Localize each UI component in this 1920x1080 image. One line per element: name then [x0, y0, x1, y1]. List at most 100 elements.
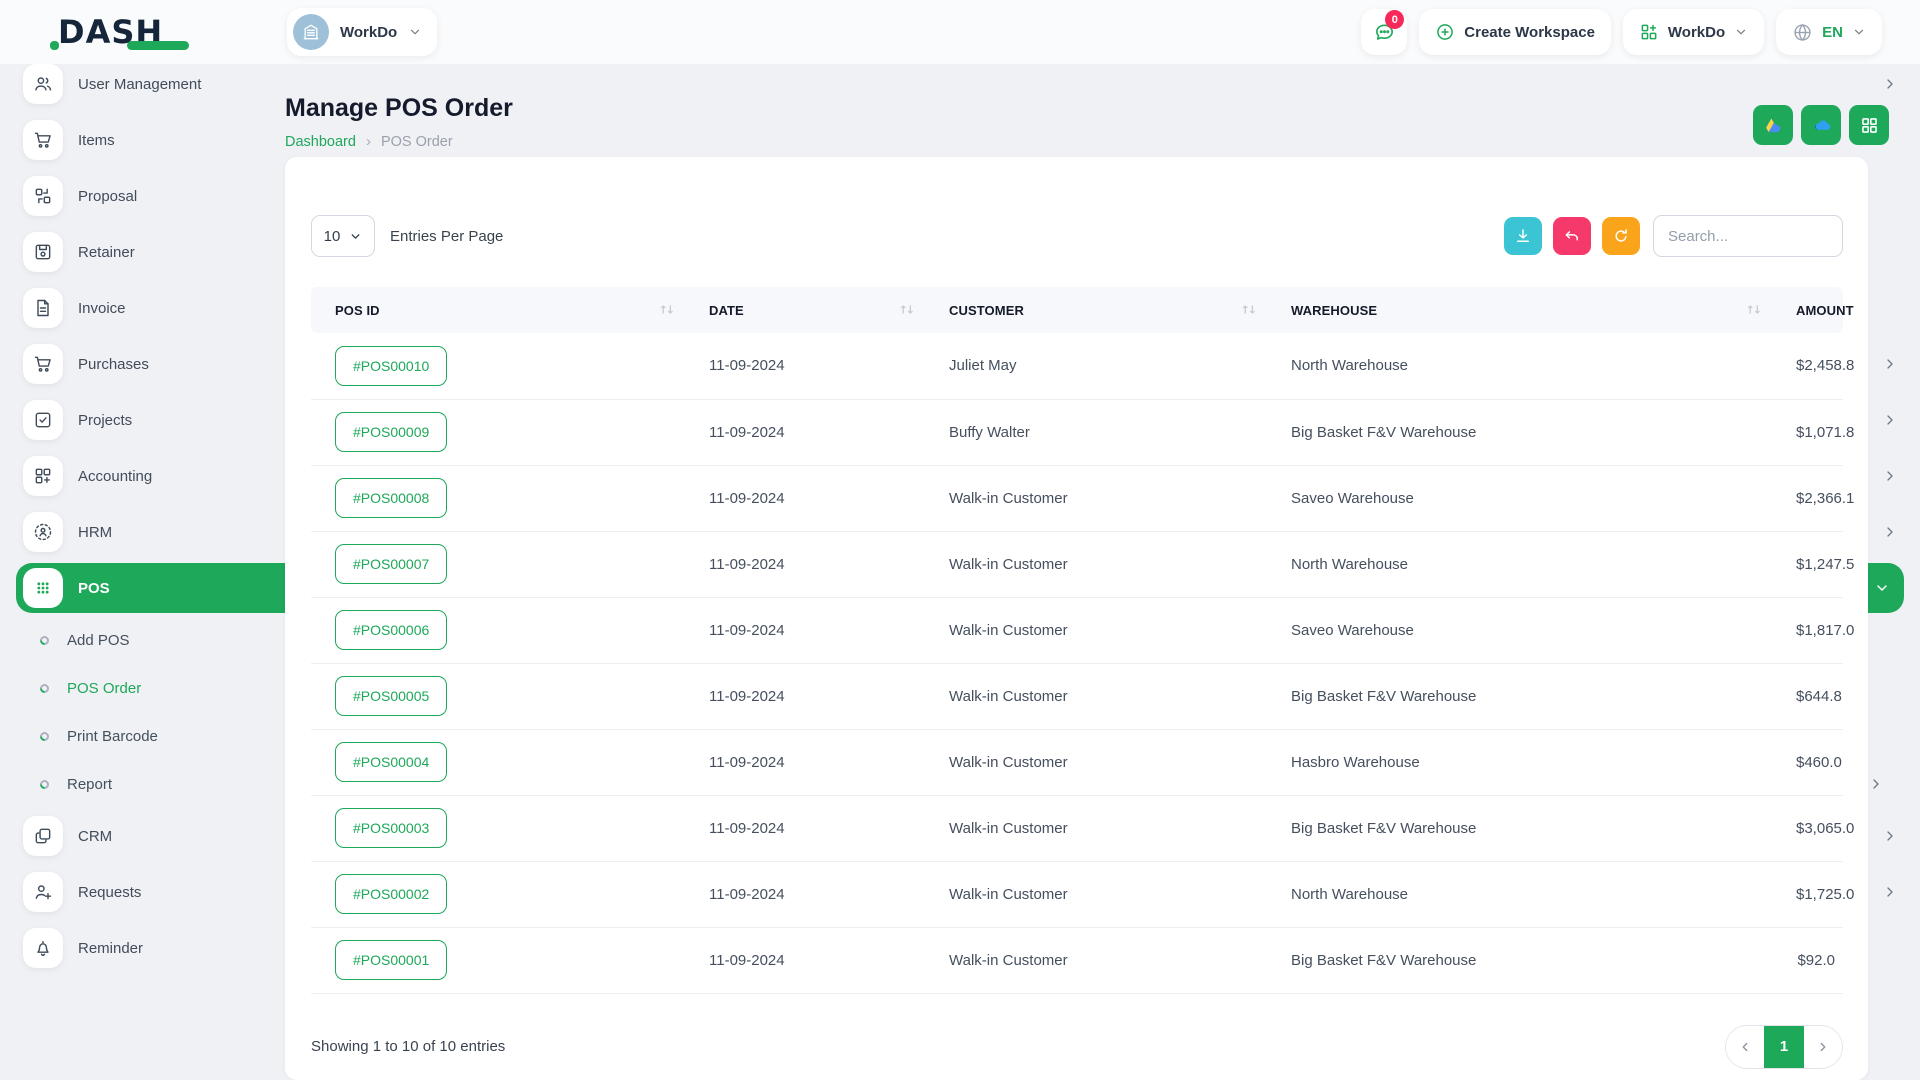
pos-id-button[interactable]: #POS00006 — [335, 610, 447, 650]
plus-circle-icon — [1435, 22, 1455, 42]
users-icon — [23, 64, 63, 104]
pos-id-button[interactable]: #POS00010 — [335, 346, 447, 386]
globe-icon — [1792, 22, 1813, 43]
breadcrumb-dashboard-link[interactable]: Dashboard — [285, 134, 356, 150]
google-drive-button[interactable] — [1753, 105, 1793, 145]
logo-bar — [127, 41, 189, 50]
cell-amount: $2,458.8 — [1772, 333, 1843, 399]
page-header: Manage POS Order Dashboard › POS Order — [260, 64, 1920, 150]
header-action-buttons — [1753, 105, 1889, 145]
pos-id-button[interactable]: #POS00004 — [335, 742, 447, 782]
cell-amount: $3,065.0 — [1772, 795, 1843, 861]
table-row: #POS00006 11-09-2024Walk-in CustomerSaveo… — [311, 597, 1843, 663]
cell-customer: Walk-in Customer — [925, 663, 1267, 729]
pos-id-button[interactable]: #POS00003 — [335, 808, 447, 848]
cell-amount: $92.0 — [1772, 927, 1843, 993]
chevron-down-icon — [349, 230, 362, 243]
cell-customer: Juliet May — [925, 333, 1267, 399]
table-row: #POS00001 11-09-2024Walk-in CustomerBig B… — [311, 927, 1843, 993]
table-row: #POS0000211-09-2024Walk-in CustomerNorth… — [311, 861, 1843, 927]
cell-customer: Walk-in Customer — [925, 597, 1267, 663]
sort-icon[interactable]: ↑↓ — [1241, 304, 1255, 317]
table-row: #POS00005 11-09-2024Walk-in CustomerBig B… — [311, 663, 1843, 729]
cart-icon — [23, 120, 63, 160]
cell-warehouse: Big Basket F&V Warehouse — [1267, 927, 1772, 993]
download-icon — [1514, 227, 1532, 245]
column-header-customer[interactable]: CUSTOMER↑↓ — [925, 287, 1267, 333]
table-row: #POS0000911-09-2024Buffy WalterBig Baske… — [311, 399, 1843, 465]
cell-customer: Walk-in Customer — [925, 795, 1267, 861]
google-drive-icon — [1763, 115, 1784, 136]
current-page-button[interactable]: 1 — [1764, 1026, 1804, 1068]
cell-amount: $1,817.0 — [1772, 597, 1843, 663]
topbar-right: 0 Create Workspace WorkDo EN — [1361, 9, 1920, 55]
onedrive-icon — [1811, 115, 1832, 136]
chevron-left-icon — [1738, 1040, 1752, 1054]
pos-grid-icon — [23, 568, 63, 608]
pos-id-button[interactable]: #POS00002 — [335, 874, 447, 914]
pos-id-button[interactable]: #POS00009 — [335, 412, 447, 452]
undo-icon — [1563, 227, 1581, 245]
sort-icon[interactable]: ↑↓ — [659, 304, 673, 317]
table-header-row: POS ID↑↓DATE↑↓CUSTOMER↑↓WAREHOUSE↑↓AMOUN… — [311, 287, 1843, 333]
pos-id-button[interactable]: #POS00007 — [335, 544, 447, 584]
cell-amount: $644.8 — [1772, 663, 1843, 729]
bullet-icon — [38, 730, 51, 743]
next-page-button[interactable] — [1804, 1026, 1842, 1068]
column-header-date[interactable]: DATE↑↓ — [685, 287, 925, 333]
language-selector[interactable]: EN — [1776, 9, 1882, 55]
page-title: Manage POS Order — [285, 94, 1889, 123]
table-footer: Showing 1 to 10 of 10 entries 1 — [311, 1025, 1843, 1069]
breadcrumb-separator-icon: › — [366, 133, 371, 150]
app-grid-icon — [1639, 22, 1659, 42]
pos-id-button[interactable]: #POS00001 — [335, 940, 447, 980]
undo-button[interactable] — [1553, 217, 1591, 255]
cell-warehouse: North Warehouse — [1267, 531, 1772, 597]
entries-per-page-select[interactable]: 10 — [311, 215, 375, 257]
bullet-icon — [38, 682, 51, 695]
showing-entries-text: Showing 1 to 10 of 10 entries — [311, 1038, 505, 1055]
workspace-name: WorkDo — [340, 24, 397, 41]
topbar: DASH WorkDo 0 Create Workspace WorkDo — [0, 0, 1920, 64]
cell-warehouse: Saveo Warehouse — [1267, 597, 1772, 663]
messages-button[interactable]: 0 — [1361, 9, 1407, 55]
previous-page-button[interactable] — [1726, 1026, 1764, 1068]
cell-date: 11-09-2024 — [685, 927, 925, 993]
cell-warehouse: Hasbro Warehouse — [1267, 729, 1772, 795]
sort-icon[interactable]: ↑↓ — [1746, 304, 1760, 317]
check-square-icon — [23, 400, 63, 440]
cell-date: 11-09-2024 — [685, 795, 925, 861]
onedrive-button[interactable] — [1801, 105, 1841, 145]
hrm-icon — [23, 512, 63, 552]
cell-amount: $1,247.5 — [1772, 531, 1843, 597]
cell-customer: Walk-in Customer — [925, 531, 1267, 597]
table-controls: 10 Entries Per Page — [311, 215, 1843, 257]
cell-customer: Walk-in Customer — [925, 927, 1267, 993]
cell-warehouse: Saveo Warehouse — [1267, 465, 1772, 531]
column-header-warehouse[interactable]: WAREHOUSE↑↓ — [1267, 287, 1772, 333]
pos-id-button[interactable]: #POS00005 — [335, 676, 447, 716]
chevron-down-icon — [1734, 25, 1748, 39]
sort-icon[interactable]: ↑↓ — [899, 304, 913, 317]
app-menu-button[interactable]: WorkDo — [1623, 9, 1764, 55]
refresh-button[interactable] — [1602, 217, 1640, 255]
cell-amount: $2,366.1 — [1772, 465, 1843, 531]
apps-grid-button[interactable] — [1849, 105, 1889, 145]
pagination: 1 — [1725, 1025, 1843, 1069]
crm-icon — [23, 816, 63, 856]
create-workspace-button[interactable]: Create Workspace — [1419, 9, 1611, 55]
cell-date: 11-09-2024 — [685, 729, 925, 795]
search-input[interactable] — [1653, 215, 1843, 257]
column-header-pos-id[interactable]: POS ID↑↓ — [311, 287, 685, 333]
cell-amount: $1,071.8 — [1772, 399, 1843, 465]
table-action-buttons — [1504, 217, 1640, 255]
cell-date: 11-09-2024 — [685, 663, 925, 729]
download-button[interactable] — [1504, 217, 1542, 255]
cell-date: 11-09-2024 — [685, 597, 925, 663]
main-content: Manage POS Order Dashboard › POS Order 1… — [260, 64, 1920, 1080]
entries-value: 10 — [324, 228, 341, 245]
cell-warehouse: Big Basket F&V Warehouse — [1267, 663, 1772, 729]
pos-id-button[interactable]: #POS00008 — [335, 478, 447, 518]
bell-icon — [23, 928, 63, 968]
workspace-selector[interactable]: WorkDo — [287, 8, 437, 56]
